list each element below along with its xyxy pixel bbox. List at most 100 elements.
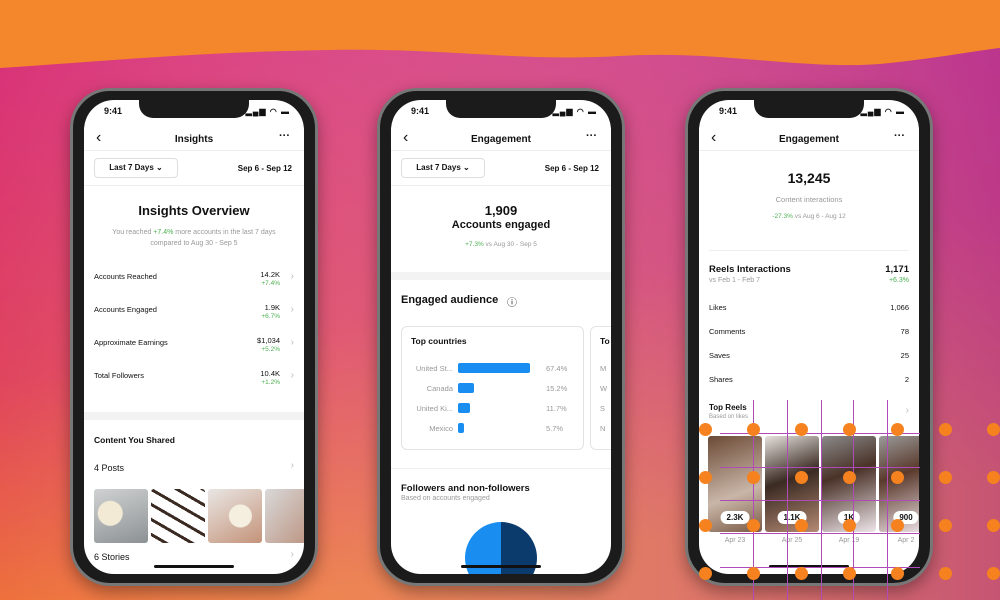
status-time: 9:41 [104, 106, 123, 116]
row-label: S [600, 404, 606, 413]
decorative-dot [987, 423, 1000, 436]
reel-like-count: 2.3K [720, 511, 750, 524]
engaged-audience-title: Engaged audience [401, 294, 499, 306]
home-indicator [461, 565, 541, 568]
post-thumbnail[interactable] [94, 489, 148, 543]
chevron-right-icon[interactable]: › [291, 271, 294, 282]
decorative-dot [747, 471, 760, 484]
country-pct: 15.2% [546, 384, 568, 393]
decorative-dot [795, 471, 808, 484]
dropdown-label: Last 7 Days [109, 163, 154, 172]
info-icon[interactable]: ⓘ [507, 294, 517, 309]
divider [709, 250, 909, 251]
country-pct: 11.7% [546, 404, 567, 413]
chevron-right-icon[interactable]: › [291, 370, 294, 381]
metric-value: 10.4K [260, 369, 280, 378]
engagement-screen: 9:41 ▂▄▆ ◠ ▬ ‹ Engagement ··· Last 7 Day… [391, 100, 611, 574]
post-thumbnail[interactable] [151, 489, 205, 543]
text: You reached [112, 229, 154, 236]
chevron-right-icon[interactable]: › [291, 337, 294, 348]
country-pct: 5.7% [546, 424, 564, 433]
post-thumbnail[interactable] [265, 489, 304, 543]
overview-text: You reached +7.4% more accounts in the l… [104, 227, 284, 249]
interaction-label: Comments [709, 327, 746, 336]
row-label: M [600, 364, 607, 373]
decorative-dot [987, 519, 1000, 532]
insights-screen: 9:41 ▂▄▆ ◠ ▬ ‹ Insights ··· Last 7 Days … [84, 100, 304, 574]
country-name: Mexico [429, 424, 453, 433]
decorative-dot [939, 423, 952, 436]
metric-change: +5.2% [261, 346, 280, 353]
decorative-dot [939, 471, 952, 484]
change-text: -27.3% vs Aug 6 - Aug 12 [699, 213, 919, 220]
row-label: W [600, 384, 608, 393]
metric-change: +7.4% [261, 280, 280, 287]
interaction-label: Saves [709, 351, 730, 360]
signal-wifi-battery-icon: ▂▄▆ ◠ ▬ [860, 107, 905, 116]
metric-value: 14.2K [260, 270, 280, 279]
followers-title: Followers and non-followers [401, 483, 530, 494]
reel-thumbnail[interactable]: 1K [822, 436, 876, 532]
post-thumbnail[interactable] [208, 489, 262, 543]
reels-compare: vs Feb 1 - Feb 7 [709, 277, 760, 284]
page-title: Engagement [778, 134, 839, 145]
reel-thumbnail[interactable]: 900 [879, 436, 919, 532]
decorative-dot [747, 567, 760, 580]
reel-date: Apr 19 [838, 537, 860, 544]
chevron-down-icon: ⌄ [463, 163, 470, 172]
posts-link[interactable]: 4 Posts [94, 463, 124, 473]
chevron-down-icon: ⌄ [156, 163, 163, 172]
followers-subtitle: Based on accounts engaged [401, 495, 490, 502]
metric-label: Approximate Earnings [94, 338, 168, 347]
stories-link[interactable]: 6 Stories [94, 552, 130, 562]
decorative-dot [891, 519, 904, 532]
phone-insights: 9:41 ▂▄▆ ◠ ▬ ‹ Insights ··· Last 7 Days … [70, 88, 318, 586]
content-interactions-count: 13,245 [787, 170, 831, 186]
country-bar [458, 363, 530, 373]
status-time: 9:41 [719, 106, 738, 116]
change-text: +7.3% vs Aug 30 - Sep 5 [391, 241, 611, 248]
more-icon[interactable]: ··· [586, 130, 597, 142]
accounts-engaged-count: 1,909 [484, 203, 518, 218]
decorative-dot [699, 471, 712, 484]
country-name: United Ki... [416, 404, 453, 413]
date-range-dropdown[interactable]: Last 7 Days ⌄ [94, 158, 178, 178]
divider [391, 468, 611, 469]
phone-content-interactions: 9:41 ▂▄▆ ◠ ▬ ‹ Engagement ··· 13,245 Con… [685, 88, 933, 586]
decorative-dot [795, 519, 808, 532]
more-icon[interactable]: ··· [894, 130, 905, 142]
decorative-dot [939, 519, 952, 532]
chevron-right-icon[interactable]: › [291, 304, 294, 315]
metric-label: Accounts Reached [94, 272, 157, 281]
signal-wifi-battery-icon: ▂▄▆ ◠ ▬ [245, 107, 290, 116]
decorative-dot [747, 519, 760, 532]
more-icon[interactable]: ··· [279, 130, 290, 142]
overview-title: Insights Overview [138, 203, 250, 218]
decorative-dot [795, 567, 808, 580]
row-label: N [600, 424, 606, 433]
divider [84, 150, 304, 151]
metric-value: 1.9K [264, 303, 280, 312]
second-audience-card: To M W S N [590, 326, 611, 450]
decorative-dot [747, 423, 760, 436]
top-reels-subtitle: Based on likes [709, 414, 749, 420]
date-range-dropdown[interactable]: Last 7 Days ⌄ [401, 158, 485, 178]
chevron-right-icon[interactable]: › [291, 460, 294, 471]
decorative-dot [987, 471, 1000, 484]
section-divider [391, 272, 611, 280]
country-name: United St... [415, 364, 453, 373]
decorative-dot [891, 567, 904, 580]
pct: +7.3% [465, 241, 484, 248]
reel-thumbnail[interactable]: 1.1K [765, 436, 819, 532]
chevron-right-icon[interactable]: › [291, 549, 294, 560]
decorative-dot [699, 519, 712, 532]
divider [84, 185, 304, 186]
reels-interactions-title: Reels Interactions [709, 264, 791, 275]
country-pct: 67.4% [546, 364, 568, 373]
country-name: Canada [426, 384, 453, 393]
decorative-dot [891, 423, 904, 436]
chevron-right-icon[interactable]: › [906, 405, 909, 416]
accounts-engaged-label: Accounts engaged [451, 219, 551, 231]
content-interactions-label: Content interactions [775, 195, 843, 204]
country-bar [458, 423, 465, 433]
